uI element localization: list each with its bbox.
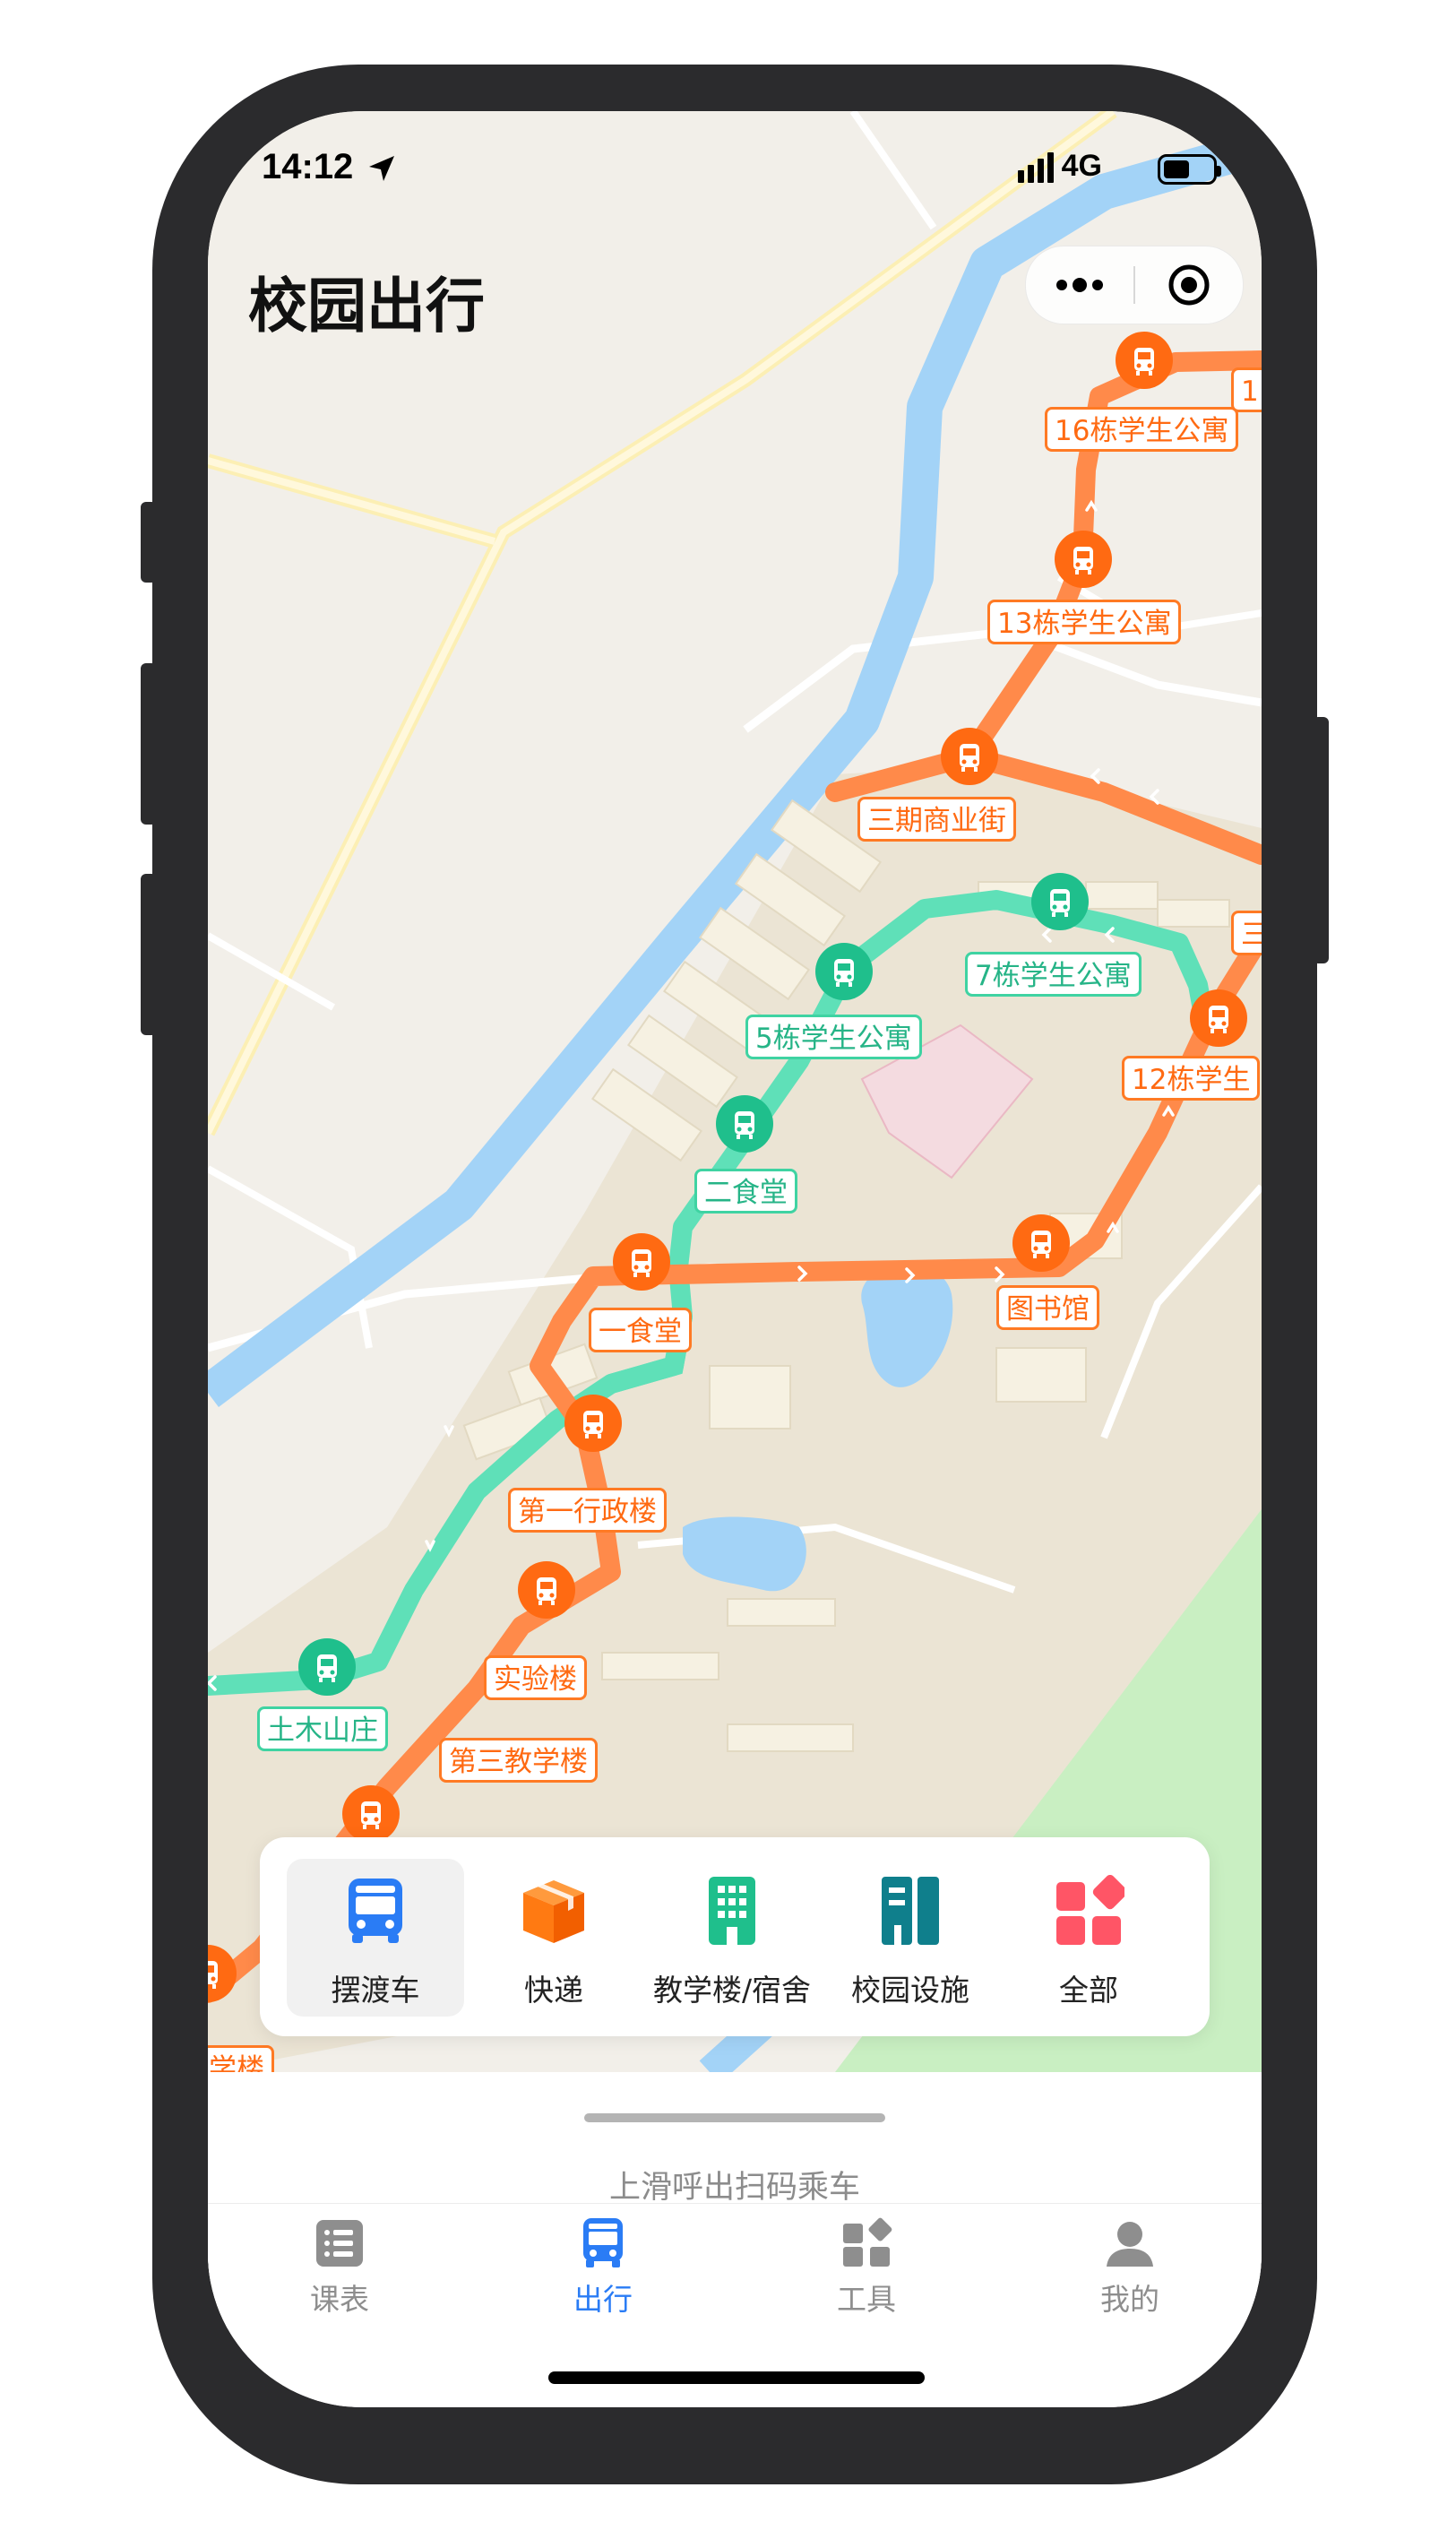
campus-map[interactable] <box>208 111 1262 2072</box>
stop-label-16-dorm[interactable]: 16栋学生公寓 <box>1045 407 1239 452</box>
package-icon <box>523 1880 584 1943</box>
tab-travel[interactable]: 出行 <box>471 2204 735 2338</box>
bus-icon <box>349 1879 402 1943</box>
stop-label-admin-1[interactable]: 第一行政楼 <box>508 1488 667 1533</box>
stop-label-5-dorm[interactable]: 5栋学生公寓 <box>745 1015 922 1059</box>
sheet-hint-text: 上滑呼出扫码乘车 <box>608 2170 860 2206</box>
tab-schedule-label: 课表 <box>310 2282 369 2317</box>
signal-icon <box>1018 152 1054 183</box>
close-capsule-button[interactable] <box>1135 246 1243 324</box>
status-time: 14:12 <box>262 147 354 186</box>
battery-icon <box>1158 154 1221 185</box>
sheet-drag-handle[interactable] <box>584 2113 885 2122</box>
tools-icon <box>843 2217 892 2267</box>
tab-schedule[interactable]: 课表 <box>208 2204 471 2338</box>
target-icon <box>1168 264 1210 306</box>
stop-label-partial-top-right[interactable]: 1 <box>1231 367 1262 412</box>
tab-profile-label: 我的 <box>1100 2282 1159 2317</box>
mini-program-capsule <box>1025 246 1244 324</box>
home-indicator <box>548 2371 925 2384</box>
stop-label-canteen-2[interactable]: 二食堂 <box>694 1169 797 1214</box>
bus-icon <box>583 2218 623 2267</box>
stop-label-partial-mid-right[interactable]: 三 <box>1231 911 1262 955</box>
building-icon <box>709 1877 755 1945</box>
tab-profile[interactable]: 我的 <box>998 2204 1262 2338</box>
phone-screen: 16栋学生公寓 1 13栋学生公寓 三期商业街 7栋学生公寓 三 5栋学生公寓 … <box>208 111 1262 2407</box>
more-button[interactable] <box>1026 246 1133 324</box>
profile-icon <box>1107 2222 1153 2267</box>
stop-label-phase3-street[interactable]: 三期商业街 <box>857 797 1016 842</box>
list-icon <box>316 2220 363 2267</box>
tool-campus-facilities[interactable]: 校园设施 <box>822 1859 999 2017</box>
stop-label-12-dorm[interactable]: 12栋学生 <box>1122 1056 1261 1101</box>
tool-all-label: 全部 <box>1059 1973 1118 2008</box>
tool-express-delivery[interactable]: 快递 <box>465 1859 642 2017</box>
ride-bottom-sheet[interactable]: 上滑呼出扫码乘车 课表 出行 工具 我的 <box>208 2072 1262 2407</box>
stop-label-lab-building[interactable]: 实验楼 <box>484 1655 587 1700</box>
more-dots-icon <box>1056 278 1103 292</box>
location-arrow-icon <box>369 156 394 181</box>
network-type: 4G <box>1061 149 1102 183</box>
tool-buildings[interactable]: 教学楼/宿舍 <box>643 1859 821 2017</box>
tab-travel-label: 出行 <box>573 2282 633 2317</box>
tab-tools-label: 工具 <box>837 2282 896 2317</box>
stop-label-library[interactable]: 图书馆 <box>996 1285 1099 1330</box>
status-right: 4G <box>984 149 1221 188</box>
tool-all[interactable]: 全部 <box>1000 1859 1177 2017</box>
stop-label-13-dorm[interactable]: 13栋学生公寓 <box>987 600 1182 644</box>
tab-tools[interactable]: 工具 <box>735 2204 998 2338</box>
stop-label-teaching-3[interactable]: 第三教学楼 <box>439 1738 598 1783</box>
stop-label-canteen-1[interactable]: 一食堂 <box>589 1308 692 1352</box>
stop-label-civil-villa[interactable]: 土木山庄 <box>257 1706 388 1751</box>
facility-icon <box>882 1877 939 1945</box>
grid-icon <box>1056 1875 1124 1945</box>
category-toolbar: 摆渡车 快递 教学楼/宿舍 校园设施 全部 <box>260 1837 1210 2036</box>
tool-shuttle-bus[interactable]: 摆渡车 <box>287 1859 464 2017</box>
page-title: 校园出行 <box>248 272 485 341</box>
stop-label-7-dorm[interactable]: 7栋学生公寓 <box>965 952 1142 997</box>
bottom-tab-bar: 课表 出行 工具 我的 <box>208 2203 1262 2338</box>
